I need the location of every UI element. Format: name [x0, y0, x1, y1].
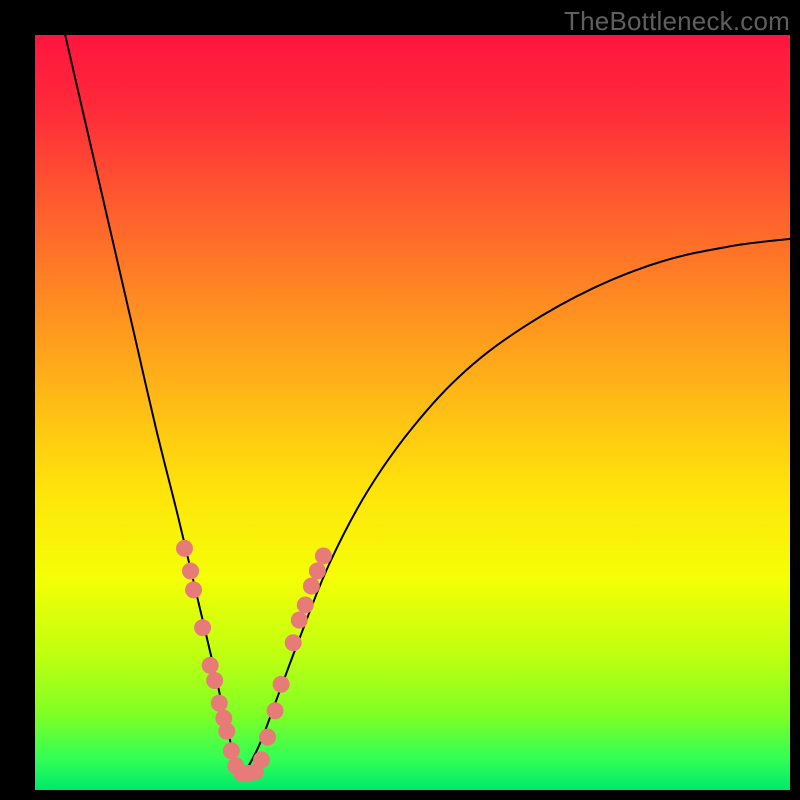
data-dot — [211, 695, 228, 712]
data-dot — [315, 547, 332, 564]
data-dot — [194, 619, 211, 636]
data-dot — [309, 563, 326, 580]
data-dot — [185, 581, 202, 598]
data-dot — [253, 751, 270, 768]
plot-area — [35, 35, 790, 790]
data-dot — [218, 723, 235, 740]
data-dot — [297, 597, 314, 614]
data-dot — [206, 672, 223, 689]
data-dot — [223, 742, 240, 759]
data-dot — [285, 634, 302, 651]
chart-frame: TheBottleneck.com — [0, 0, 800, 800]
data-dot — [303, 578, 320, 595]
chart-svg — [35, 35, 790, 790]
data-dot — [176, 540, 193, 557]
data-dot — [182, 563, 199, 580]
data-dot — [202, 657, 219, 674]
data-dot — [267, 702, 284, 719]
data-dot — [273, 676, 290, 693]
data-dot — [291, 612, 308, 629]
data-dot — [259, 729, 276, 746]
watermark-text: TheBottleneck.com — [564, 6, 790, 37]
gradient-background — [35, 35, 790, 790]
